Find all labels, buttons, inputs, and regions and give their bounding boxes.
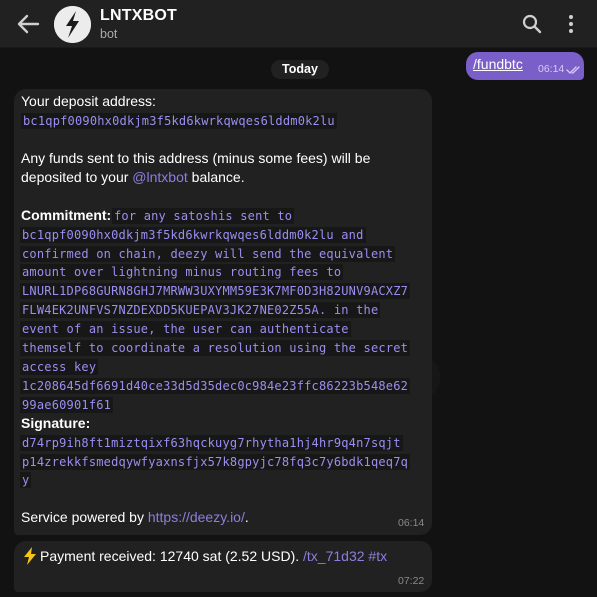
commitment-line: FLW4EK2UNFVS7NZDEXDD5KUEPAV3JK27NE02Z55A…	[20, 302, 381, 318]
commitment-line: themself to coordinate a resolution usin…	[20, 340, 411, 356]
signature-line: d74rp9ih8ft1miztqixf63hqckuyg7rhytha1hj4…	[20, 435, 403, 451]
commitment-line: 1c208645df6691d40ce33d5d35dec0c984e23ffc…	[20, 378, 411, 394]
lightning-logo-icon	[54, 6, 91, 43]
search-icon[interactable]	[522, 14, 542, 34]
funds-text-line2: deposited to your @lntxbot balance.	[21, 169, 245, 185]
funds-text-suffix: balance.	[187, 169, 245, 185]
commitment-line: amount over lightning minus routing fees…	[20, 264, 344, 280]
chat-header: LNTXBOT bot	[0, 0, 597, 48]
commitment-line: LNURL1DP68GURN8GHJ7MRWW3UXYMM59E3K7MF0D3…	[20, 283, 411, 299]
service-suffix: .	[244, 509, 249, 525]
commitment-line: access key	[20, 359, 99, 375]
deposit-label: Your deposit address:	[21, 93, 156, 109]
commitment-line: 99ae60901f61	[20, 397, 114, 413]
chat-subtitle: bot	[100, 27, 118, 41]
more-menu-icon[interactable]	[563, 13, 579, 35]
message-time: 06:14	[538, 63, 565, 75]
chat-title: LNTXBOT	[100, 7, 177, 24]
commitment-line: for any satoshis sent to	[112, 208, 295, 224]
payment-received-text: Payment received: 12740 sat (2.52 USD).	[40, 548, 304, 564]
signature-label: Signature:	[21, 415, 91, 431]
bot-avatar[interactable]	[54, 6, 91, 43]
signature-line: p14zrekkfsmedqywfyaxnsfjx57k8gpyjc78fq3c…	[20, 454, 411, 470]
commitment-line: event of an issue, the user can authenti…	[20, 321, 351, 337]
deezy-link[interactable]: https://deezy.io/	[148, 509, 245, 525]
read-checks-icon	[566, 66, 580, 74]
service-prefix: Service powered by	[21, 509, 148, 525]
date-separator: Today	[271, 60, 329, 79]
outgoing-message[interactable]: /fundbtc 06:14	[466, 52, 584, 80]
tx-hashtag-link[interactable]: #tx	[368, 548, 387, 564]
back-arrow-icon[interactable]	[14, 11, 42, 37]
commitment-line: bc1qpf0090hx0dkjm3f5kd6kwrkqwqes6lddm0k2…	[20, 227, 366, 243]
signature-line: y	[20, 472, 32, 488]
funds-text-line1: Any funds sent to this address (minus so…	[21, 150, 371, 166]
service-text: Service powered by https://deezy.io/.	[21, 509, 249, 525]
payment-text: Payment received: 12740 sat (2.52 USD). …	[40, 548, 387, 564]
deposit-address[interactable]: bc1qpf0090hx0dkjm3f5kd6kwrkqwqes6lddm0k2…	[21, 113, 337, 129]
commitment-label: Commitment:	[21, 207, 112, 223]
lightning-icon	[22, 547, 38, 565]
commitment-line: confirmed on chain, deezy will send the …	[20, 246, 396, 262]
bot-mention-link[interactable]: @lntxbot	[132, 169, 187, 185]
message-time: 07:22	[398, 575, 425, 587]
command-link[interactable]: /fundbtc	[473, 56, 523, 72]
message-time: 06:14	[398, 517, 425, 529]
funds-text-prefix: deposited to your	[21, 169, 133, 185]
tx-link[interactable]: /tx_71d32	[303, 548, 365, 564]
